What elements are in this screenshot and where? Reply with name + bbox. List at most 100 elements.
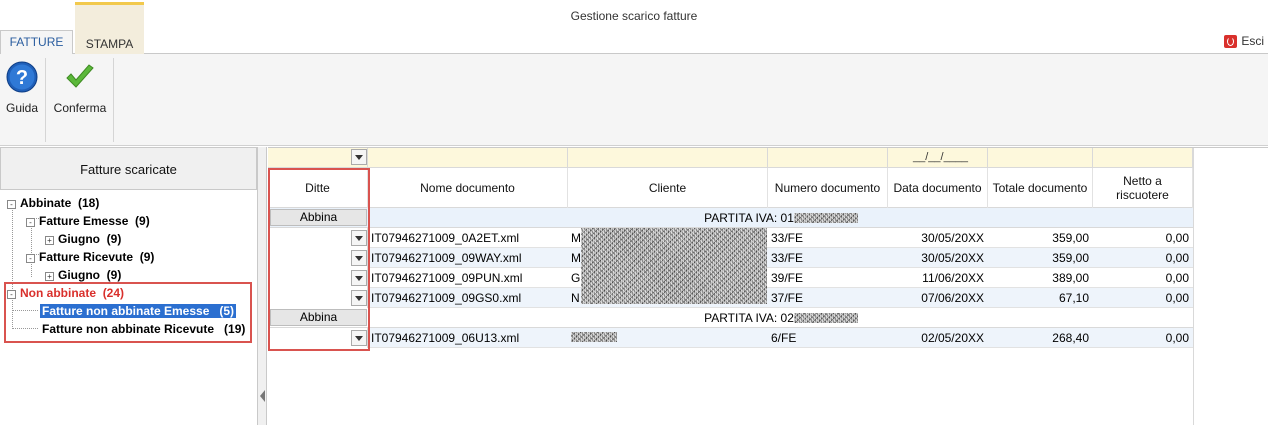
checkmark-icon	[66, 64, 94, 88]
cell-totale: 359,00	[1052, 251, 1089, 265]
cell-numero: 37/FE	[771, 291, 804, 305]
filter-totale[interactable]	[988, 148, 1093, 168]
cell-data: 30/05/20XX	[921, 231, 984, 245]
filter-numero[interactable]	[768, 148, 888, 168]
collapse-arrow-icon[interactable]	[260, 390, 265, 402]
tree-count: (9)	[106, 268, 122, 282]
cell-netto: 0,00	[1165, 231, 1189, 245]
filter-ditte[interactable]	[268, 148, 368, 168]
filter-cliente[interactable]	[568, 148, 768, 168]
guida-button[interactable]: ? Guida	[3, 58, 41, 115]
dropdown-arrow-icon[interactable]	[351, 149, 367, 165]
redacted-area	[793, 213, 858, 223]
cell-totale: 268,40	[1052, 331, 1089, 345]
redacted-area	[571, 332, 617, 342]
cell-netto: 0,00	[1165, 331, 1189, 345]
tree-node-ricevute[interactable]: - Fatture Ricevute (9)	[26, 249, 154, 265]
partita-iva-label: PARTITA IVA: 02	[704, 311, 794, 325]
tree-node-emesse[interactable]: - Fatture Emesse (9)	[26, 213, 150, 229]
expand-icon[interactable]: +	[45, 236, 54, 245]
exit-icon	[1224, 34, 1238, 48]
esci-button[interactable]: Esci	[1224, 34, 1264, 48]
tree-count: (9)	[139, 250, 155, 264]
cell-nome: IT07946271009_06U13.xml	[371, 331, 520, 345]
cell-netto: 0,00	[1165, 271, 1189, 285]
header-cliente[interactable]: Cliente	[568, 168, 768, 208]
group-label: PARTITA IVA: 01	[371, 208, 1191, 228]
filter-row: __/__/____	[268, 148, 1193, 168]
tree-count: (9)	[135, 214, 150, 228]
svg-text:?: ?	[16, 67, 28, 89]
filter-data[interactable]: __/__/____	[888, 148, 988, 168]
table-row[interactable]: IT07946271009_06U13.xml 6/FE 02/05/20XX …	[268, 328, 1193, 348]
ribbon-tabs: FATTURE STAMPA Esci	[0, 2, 1268, 55]
cell-data: 11/06/20XX	[922, 271, 984, 285]
tree-label: Fatture Emesse	[39, 214, 129, 228]
tree-label: Giugno	[58, 268, 100, 282]
collapse-icon[interactable]: -	[26, 218, 35, 227]
conferma-button[interactable]: Conferma	[50, 58, 110, 115]
tree-node-giugno-emesse[interactable]: + Giugno (9)	[45, 231, 121, 247]
tree-label: Fatture Ricevute	[39, 250, 134, 264]
help-icon: ?	[6, 61, 38, 93]
tab-stampa[interactable]: STAMPA	[75, 2, 144, 54]
cell-data: 07/06/20XX	[921, 291, 984, 305]
tree-count: (18)	[78, 196, 100, 210]
ribbon-separator	[45, 58, 46, 142]
header-row: Ditte Nome documento Cliente Numero docu…	[268, 168, 1193, 208]
ribbon-separator	[113, 58, 114, 142]
tab-fatture[interactable]: FATTURE	[0, 30, 73, 55]
date-mask: __/__/____	[913, 151, 969, 163]
esci-label: Esci	[1241, 34, 1264, 48]
cell-data: 02/05/20XX	[921, 331, 984, 345]
title-bar: Gestione scarico fatture	[0, 0, 1268, 30]
cell-data: 30/05/20XX	[921, 251, 984, 265]
guida-label: Guida	[5, 101, 39, 115]
header-data-documento[interactable]: Data documento	[888, 168, 988, 208]
cell-numero: 33/FE	[771, 251, 804, 265]
window-title: Gestione scarico fatture	[570, 9, 698, 23]
header-totale-documento[interactable]: Totale documento	[988, 168, 1093, 208]
header-netto-riscuotere[interactable]: Netto a riscuotere	[1093, 168, 1193, 208]
group-row: Abbina PARTITA IVA: 02	[268, 308, 1193, 328]
expand-icon[interactable]: +	[45, 272, 54, 281]
collapse-icon[interactable]: -	[7, 200, 16, 209]
collapse-icon[interactable]: -	[26, 254, 35, 263]
ribbon-toolbar: ? Guida Conferma	[0, 54, 1268, 146]
cell-nome: IT07946271009_09PUN.xml	[371, 271, 523, 285]
group-label: PARTITA IVA: 02	[371, 308, 1191, 328]
cell-nome: IT07946271009_09WAY.xml	[371, 251, 522, 265]
invoice-grid: __/__/____ Ditte Nome documento Cliente …	[268, 147, 1268, 425]
cell-nome: IT07946271009_0A2ET.xml	[371, 231, 520, 245]
filter-nome[interactable]	[368, 148, 568, 168]
redacted-area	[581, 228, 767, 304]
cell-nome: IT07946271009_09GS0.xml	[371, 291, 522, 305]
tab-stampa-label: STAMPA	[85, 37, 134, 51]
cell-netto: 0,00	[1165, 251, 1189, 265]
header-numero-documento[interactable]: Numero documento	[768, 168, 888, 208]
cell-totale: 359,00	[1052, 231, 1089, 245]
cell-numero: 39/FE	[771, 271, 804, 285]
partita-iva-label: PARTITA IVA: 01	[704, 211, 794, 225]
header-nome-documento[interactable]: Nome documento	[368, 168, 568, 208]
cell-numero: 33/FE	[771, 231, 804, 245]
tree-line	[12, 205, 13, 289]
tree-node-giugno-ricevute[interactable]: + Giugno (9)	[45, 267, 121, 283]
group-row: Abbina PARTITA IVA: 01	[268, 208, 1193, 228]
cell-totale: 67,10	[1058, 291, 1089, 305]
tree-count: (9)	[106, 232, 122, 246]
tree-node-abbinate[interactable]: - Abbinate (18)	[7, 195, 99, 211]
tree-label: Abbinate	[20, 196, 72, 210]
cell-numero: 6/FE	[771, 331, 797, 345]
redacted-area	[793, 313, 858, 323]
highlight-box	[4, 282, 252, 343]
filter-netto[interactable]	[1093, 148, 1193, 168]
left-panel: Fatture scaricate - Abbinate (18) - Fattur…	[0, 147, 257, 425]
highlight-box	[268, 168, 370, 351]
tree-label: Giugno	[58, 232, 100, 246]
grid-empty-area	[1193, 148, 1268, 425]
left-panel-header: Fatture scaricate	[0, 147, 257, 190]
cell-totale: 389,00	[1052, 271, 1089, 285]
cell-netto: 0,00	[1165, 291, 1189, 305]
panel-splitter[interactable]	[257, 147, 267, 425]
